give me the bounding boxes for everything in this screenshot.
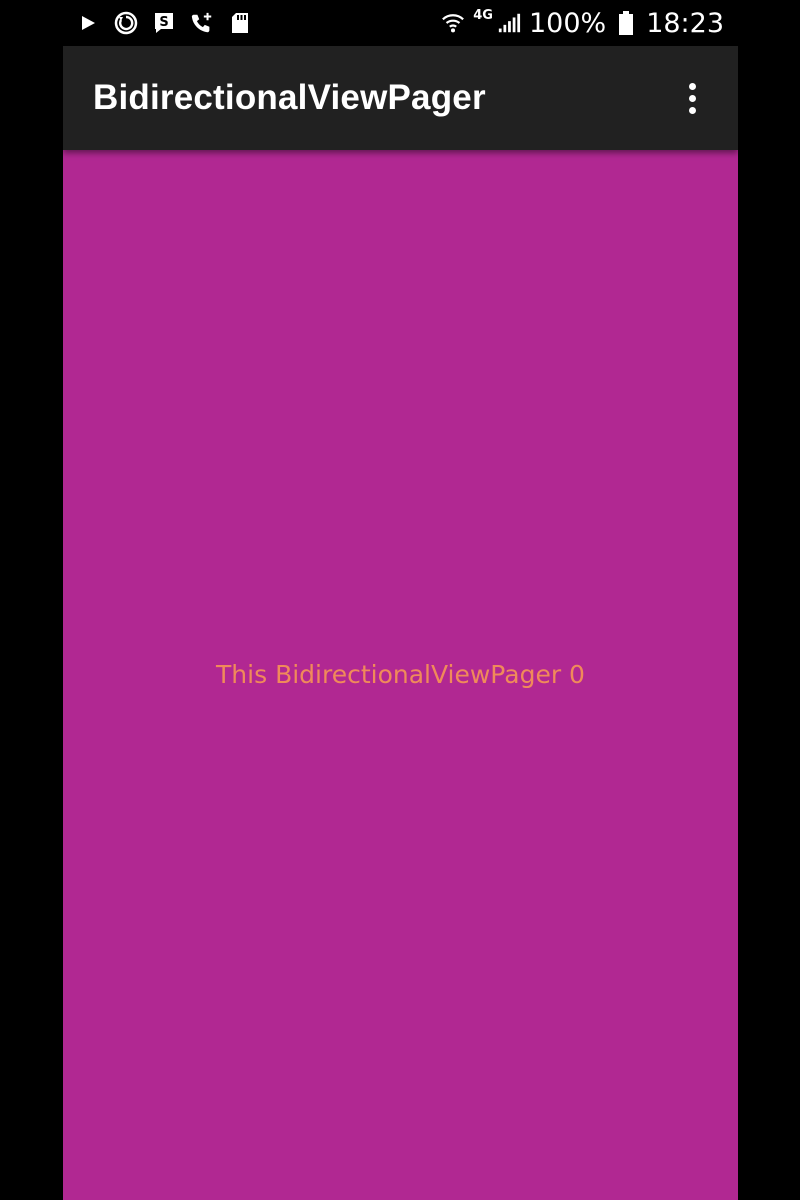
app-window: BidirectionalViewPager This Bidirectiona… xyxy=(63,46,738,1200)
signal-icon xyxy=(497,11,521,35)
svg-text:S: S xyxy=(159,15,168,30)
status-bar: S 4G 100% 18:23 xyxy=(0,0,800,46)
s-badge-icon: S xyxy=(152,11,176,35)
play-icon xyxy=(76,11,100,35)
status-time: 18:23 xyxy=(646,7,724,39)
status-bar-system: 4G 100% 18:23 xyxy=(441,8,724,39)
battery-percent: 100% xyxy=(528,7,607,39)
app-bar: BidirectionalViewPager xyxy=(63,46,738,150)
status-bar-notifications: S xyxy=(76,11,252,35)
page-text: This BidirectionalViewPager 0 xyxy=(216,660,585,689)
menu-dot xyxy=(688,82,696,90)
wifi-icon xyxy=(441,11,465,35)
battery-icon xyxy=(614,11,638,35)
sd-card-icon xyxy=(228,11,252,35)
menu-dot xyxy=(688,106,696,114)
more-vert-icon[interactable] xyxy=(672,68,712,128)
app-title: BidirectionalViewPager xyxy=(93,78,486,117)
network-type-label: 4G xyxy=(473,7,493,23)
screen: S 4G 100% 18:23 BidirectionalViewPager T… xyxy=(0,0,800,1200)
sync-icon xyxy=(114,11,138,35)
bidirectional-view-pager[interactable]: This BidirectionalViewPager 0 xyxy=(63,150,738,1200)
call-add-icon xyxy=(190,11,214,35)
menu-dot xyxy=(688,94,696,102)
